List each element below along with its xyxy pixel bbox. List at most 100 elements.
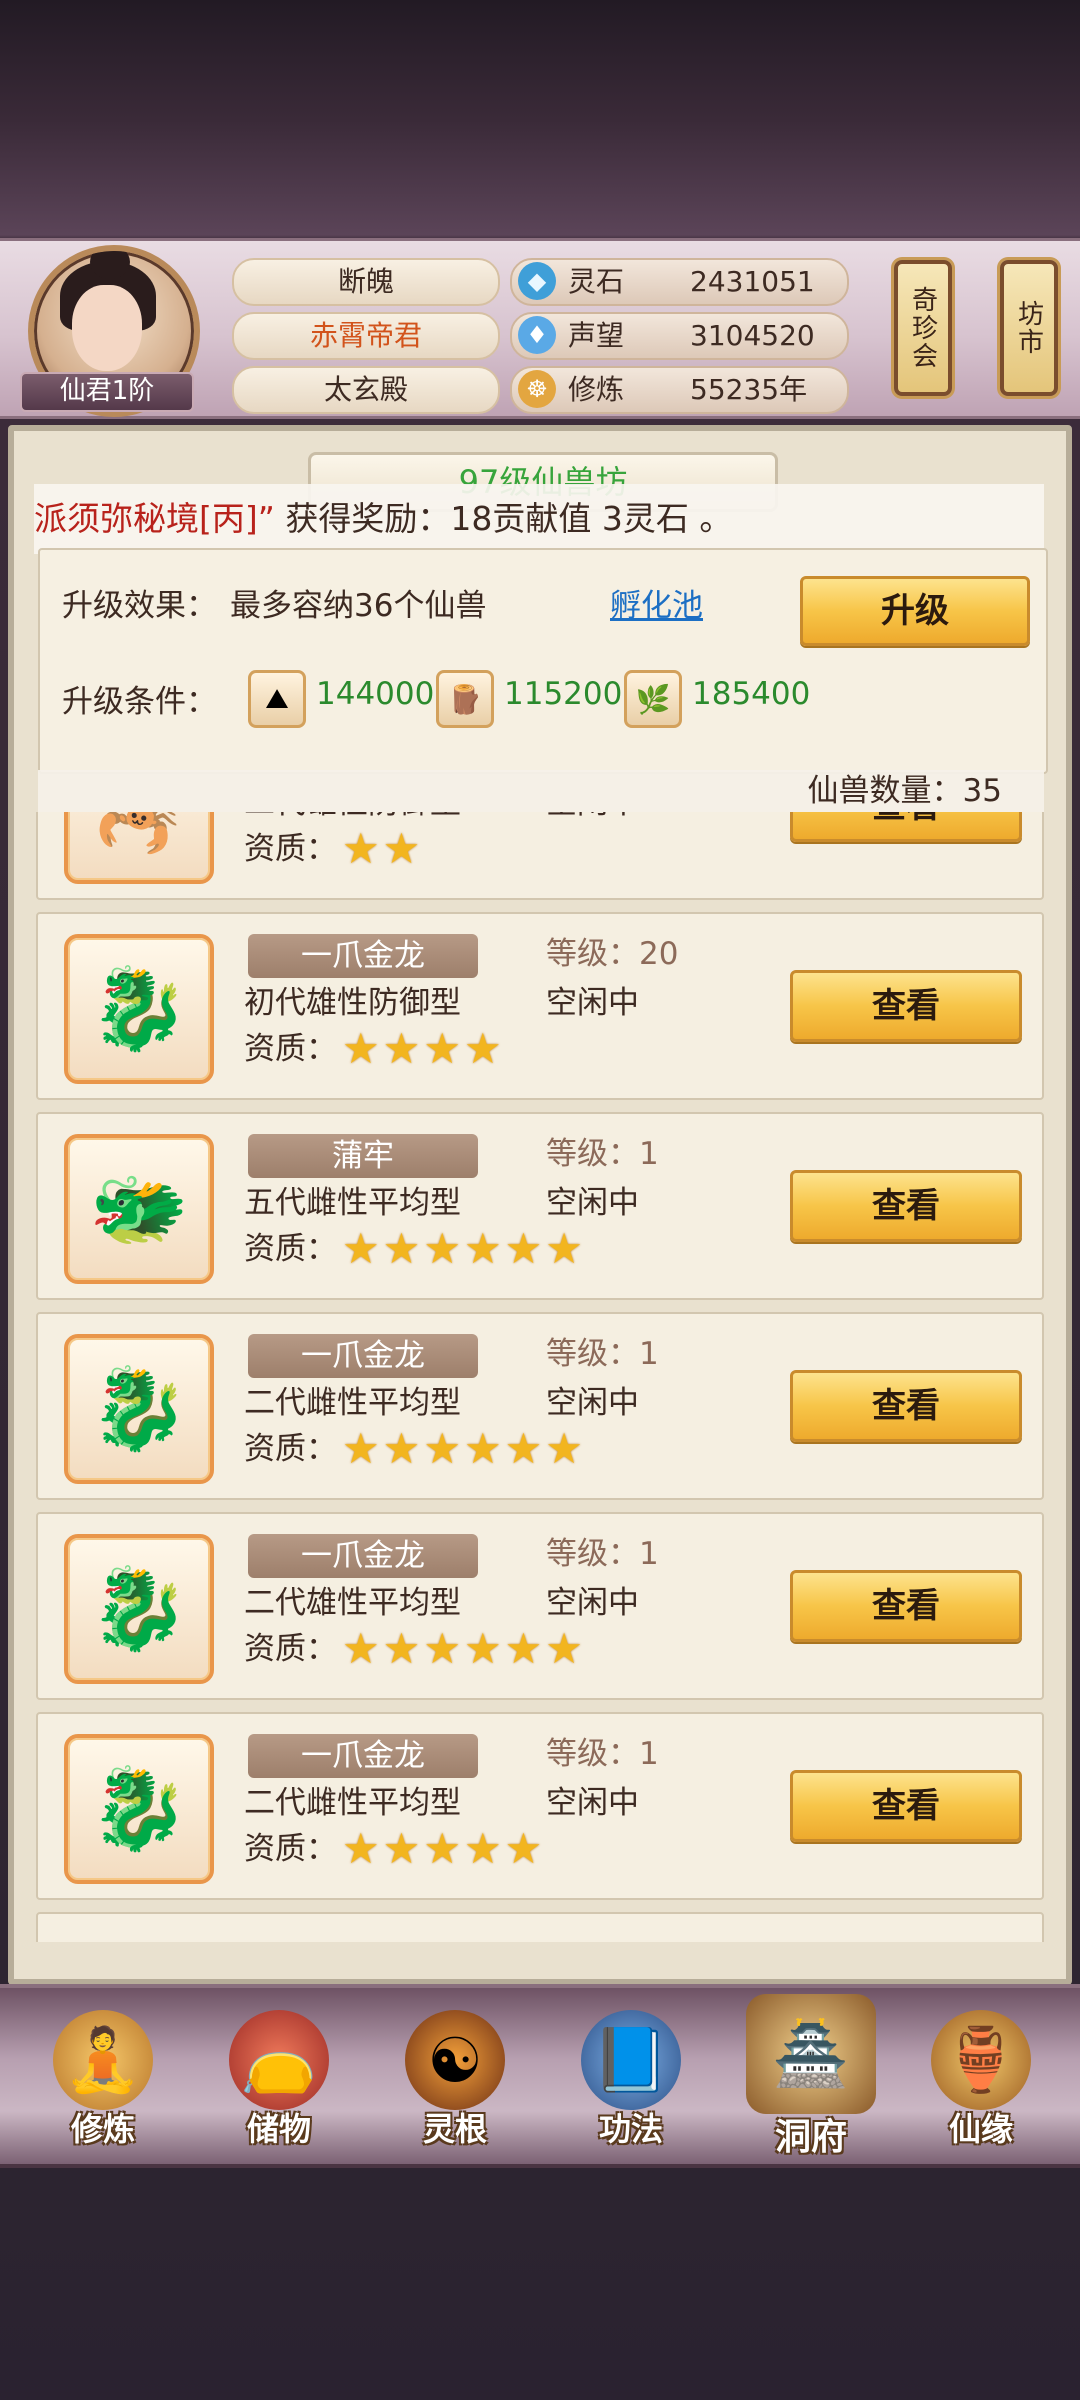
avatar-hair-bun bbox=[90, 251, 130, 279]
nav-label: 功法 bbox=[598, 2110, 663, 2148]
gourd-icon: 🏺 bbox=[931, 2010, 1031, 2110]
beast-generation: 初代雄性防御型 bbox=[244, 985, 461, 1021]
view-button[interactable]: 查看 bbox=[790, 1370, 1022, 1442]
golden-dragon-icon: 🐉 bbox=[64, 934, 214, 1084]
star-icon: ★ bbox=[342, 1624, 380, 1673]
hatch-pool-link[interactable]: 孵化池 bbox=[610, 580, 703, 625]
monk-icon: 🧘 bbox=[53, 2010, 153, 2110]
upgrade-cond-label: 升级条件： bbox=[62, 684, 217, 720]
wood-icon: 🪵 bbox=[436, 670, 494, 728]
star-icon: ★ bbox=[504, 1624, 543, 1673]
beast-name: 一爪金龙 bbox=[248, 1334, 478, 1378]
beast-card: 🐉 一爪金龙 等级：20 初代雄性防御型 空闲中 资质： ★ ★ ★ ★ 查看 bbox=[36, 912, 1044, 1100]
beast-quality-label: 资质： bbox=[244, 831, 337, 867]
resource-cultivation: ☸ 修炼 55235年 bbox=[510, 366, 849, 414]
star-icon: ★ bbox=[545, 1224, 583, 1273]
player-title: 赤霄帝君 bbox=[232, 312, 500, 360]
beast-card: 🐲 蒲牢 等级：1 五代雌性平均型 空闲中 资质： ★ ★ ★ ★ ★ ★ 查看 bbox=[36, 1112, 1044, 1300]
nav-storage[interactable]: 👝 储物 bbox=[204, 2010, 354, 2160]
beast-quality-label: 资质： bbox=[244, 1431, 337, 1467]
star-icon: ★ bbox=[342, 824, 380, 873]
star-icon: ★ bbox=[423, 1024, 461, 1073]
material-ore-amount: 144000 bbox=[316, 676, 435, 712]
beast-status: 空闲中 bbox=[546, 1785, 639, 1821]
quality-stars: ★ ★ ★ ★ ★ bbox=[342, 1826, 542, 1872]
view-button[interactable]: 查看 bbox=[790, 1570, 1022, 1642]
star-icon: ★ bbox=[342, 1424, 380, 1473]
nav-label: 灵根 bbox=[422, 2110, 487, 2148]
beast-card bbox=[36, 1912, 1044, 1942]
prestige-icon: ♦ bbox=[518, 316, 556, 354]
view-button[interactable]: 查看 bbox=[790, 970, 1022, 1042]
avatar-face bbox=[72, 285, 142, 371]
beast-generation: 二代雌性平均型 bbox=[244, 1785, 461, 1821]
beast-card: 🦂 二代雄性防御型 空闲中 资质： ★★ 查看 bbox=[36, 812, 1044, 900]
star-icon: ★ bbox=[382, 824, 421, 873]
material-herb-amount: 185400 bbox=[692, 676, 811, 712]
star-icon: ★ bbox=[342, 1224, 380, 1273]
ore-icon: ⛰ bbox=[248, 670, 306, 728]
market-button[interactable]: 坊市 bbox=[1000, 260, 1058, 396]
nav-fate[interactable]: 🏺 仙缘 bbox=[906, 2010, 1056, 2160]
rank-badge: 仙君1阶 bbox=[20, 372, 194, 412]
star-icon: ★ bbox=[463, 1424, 502, 1473]
resource-value: 2431051 bbox=[690, 265, 815, 298]
star-icon: ★ bbox=[342, 1024, 380, 1073]
resource-label: 声望 bbox=[568, 319, 625, 352]
player-name: 断魄 bbox=[232, 258, 500, 306]
bag-icon: 👝 bbox=[229, 2010, 329, 2110]
golden-dragon-icon: 🐉 bbox=[64, 1734, 214, 1884]
nav-cultivate[interactable]: 🧘 修炼 bbox=[28, 2010, 178, 2160]
pulao-icon: 🐲 bbox=[64, 1134, 214, 1284]
star-icon: ★ bbox=[382, 1424, 421, 1473]
star-icon: ★ bbox=[382, 1624, 421, 1673]
upgrade-button[interactable]: 升级 bbox=[800, 576, 1030, 646]
beast-quality-label: 资质： bbox=[244, 1631, 337, 1667]
star-icon: ★ bbox=[504, 1224, 543, 1273]
spirit-stone-icon: ◆ bbox=[518, 262, 556, 300]
beast-list[interactable]: 🦂 二代雄性防御型 空闲中 资质： ★★ 查看 🐉 一爪金龙 等级：20 初代雄… bbox=[36, 812, 1044, 1942]
upgrade-section: 升级效果： 最多容纳36个仙兽 孵化池 升级 升级条件： ⛰ 144000 🪵 … bbox=[38, 548, 1048, 774]
beast-generation: 五代雌性平均型 bbox=[244, 1185, 461, 1221]
book-icon: 📘 bbox=[581, 2010, 681, 2110]
nav-cave-palace[interactable]: 🏯 洞府 bbox=[726, 1994, 896, 2158]
resource-value: 3104520 bbox=[690, 319, 815, 352]
meditation-icon: ☸ bbox=[518, 370, 556, 408]
herb-icon: 🌿 bbox=[624, 670, 682, 728]
resource-value: 55235年 bbox=[690, 373, 808, 406]
view-button[interactable]: 查看 bbox=[790, 1770, 1022, 1842]
spirit-root-icon: ☯ bbox=[405, 2010, 505, 2110]
view-button[interactable]: 查看 bbox=[790, 812, 1022, 842]
star-icon: ★ bbox=[382, 1224, 421, 1273]
star-icon: ★ bbox=[342, 1824, 380, 1873]
resource-label: 修炼 bbox=[568, 373, 625, 406]
beast-card: 🐉 一爪金龙 等级：1 二代雌性平均型 空闲中 资质： ★ ★ ★ ★ ★ 查看 bbox=[36, 1712, 1044, 1900]
nav-label: 洞府 bbox=[774, 2117, 847, 2158]
star-icon: ★ bbox=[382, 1024, 421, 1073]
star-icon: ★ bbox=[423, 1824, 461, 1873]
sect-name: 太玄殿 bbox=[232, 366, 500, 414]
notice-text: 获得奖励：18贡献值 3灵石 。 bbox=[274, 499, 733, 538]
golden-dragon-icon: 🐉 bbox=[64, 1534, 214, 1684]
nav-techniques[interactable]: 📘 功法 bbox=[556, 2010, 706, 2160]
treasure-fair-button[interactable]: 奇珍会 bbox=[894, 260, 952, 396]
beast-name: 一爪金龙 bbox=[248, 1734, 478, 1778]
beast-status: 空闲中 bbox=[546, 812, 639, 826]
beast-name: 蒲牢 bbox=[248, 1134, 478, 1178]
beast-generation: 二代雌性平均型 bbox=[244, 1385, 461, 1421]
material-wood-amount: 115200 bbox=[504, 676, 623, 712]
star-icon: ★ bbox=[423, 1424, 461, 1473]
reward-notice: 派须弥秘境[丙]” 获得奖励：18贡献值 3灵石 。 bbox=[34, 484, 1044, 554]
beast-level: 等级：1 bbox=[546, 1336, 659, 1372]
star-icon: ★ bbox=[504, 1824, 543, 1873]
cave-palace-icon: 🏯 bbox=[746, 1994, 876, 2114]
beast-status: 空闲中 bbox=[546, 1585, 639, 1621]
star-icon: ★ bbox=[423, 1224, 461, 1273]
view-button[interactable]: 查看 bbox=[790, 1170, 1022, 1242]
beast-quality-label: 资质： bbox=[244, 1231, 337, 1267]
beast-count: 仙兽数量：35 bbox=[38, 770, 1044, 812]
star-icon: ★ bbox=[545, 1624, 583, 1673]
nav-label: 修炼 bbox=[70, 2110, 135, 2148]
nav-spirit-root[interactable]: ☯ 灵根 bbox=[380, 2010, 530, 2160]
star-icon: ★ bbox=[382, 1824, 421, 1873]
